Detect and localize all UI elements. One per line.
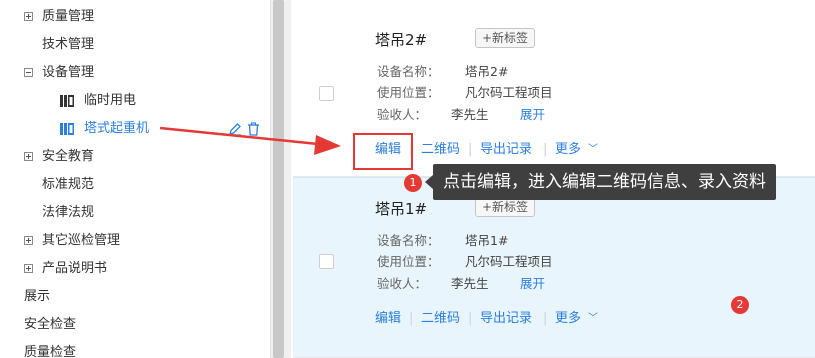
field-label: 设备名称： <box>377 64 440 79</box>
field-inspector: 验收人： 李先生 展开 <box>377 273 545 292</box>
more-link[interactable]: 更多 <box>555 140 581 160</box>
expand-plus-icon[interactable] <box>24 12 33 21</box>
sidebar-item-label: 临时用电 <box>84 93 137 108</box>
separator: | <box>543 311 548 326</box>
device-icon <box>60 123 74 135</box>
separator: | <box>468 311 473 326</box>
sidebar-item-label: 安全检查 <box>24 317 77 332</box>
add-tag-button[interactable]: +新标签 <box>475 197 536 217</box>
expand-link[interactable]: 展开 <box>520 104 545 123</box>
separator: | <box>468 142 473 157</box>
sidebar-item-label: 其它巡检管理 <box>42 233 121 248</box>
sidebar-item-tower-crane[interactable]: 塔式起重机 <box>0 115 270 143</box>
sidebar-item-label: 质量管理 <box>42 9 95 24</box>
expand-plus-icon[interactable] <box>24 264 33 273</box>
chevron-down-icon[interactable]: ﹀ <box>588 309 598 329</box>
field-inspector: 验收人： 李先生 展开 <box>377 104 545 123</box>
sidebar-item-label: 塔式起重机 <box>84 121 150 136</box>
chevron-down-icon[interactable]: ﹀ <box>588 140 598 160</box>
card-title: 塔吊2# <box>375 31 428 49</box>
separator: | <box>409 311 414 326</box>
sidebar-item-label: 法律法规 <box>42 205 95 220</box>
card-title: 塔吊1# <box>375 200 428 218</box>
more-link[interactable]: 更多 <box>555 309 581 329</box>
step-badge-1: 1 <box>404 174 422 192</box>
field-label: 验收人： <box>377 107 428 122</box>
field-location: 使用位置： 凡尔码工程项目 <box>377 251 553 270</box>
expand-link[interactable]: 展开 <box>520 273 545 292</box>
card-checkbox[interactable] <box>319 86 334 101</box>
qrcode-link[interactable]: 二维码 <box>421 309 460 329</box>
expand-plus-icon[interactable] <box>24 152 33 161</box>
add-tag-button[interactable]: +新标签 <box>475 28 536 48</box>
field-value: 李先生 <box>451 107 489 122</box>
sidebar-item-label: 质量检查 <box>24 345 77 358</box>
field-label: 使用位置： <box>377 85 440 100</box>
field-device-name: 设备名称： 塔吊1# <box>377 230 508 249</box>
field-label: 验收人： <box>377 276 428 291</box>
field-location: 使用位置： 凡尔码工程项目 <box>377 82 553 101</box>
export-records-link[interactable]: 导出记录 <box>480 140 532 160</box>
field-value: 李先生 <box>451 276 489 291</box>
sidebar-item-label: 标准规范 <box>42 177 95 192</box>
sidebar-item-label: 产品说明书 <box>42 261 108 276</box>
field-value: 塔吊1# <box>465 233 509 248</box>
collapse-minus-icon[interactable] <box>24 68 33 77</box>
sidebar-item-label: 展示 <box>24 289 51 304</box>
pencil-icon[interactable] <box>228 122 242 136</box>
qrcode-link[interactable]: 二维码 <box>421 140 460 160</box>
sidebar-item-label: 设备管理 <box>42 65 95 80</box>
card-checkbox[interactable] <box>319 254 334 269</box>
expand-plus-icon[interactable] <box>24 236 33 245</box>
field-label: 使用位置： <box>377 254 440 269</box>
equipment-card: 塔吊1# +新标签 设备名称： 塔吊1# 使用位置： 凡尔码工程项目 验收人： … <box>293 177 815 358</box>
sidebar: 质量管理 技术管理 设备管理 临时用电 塔式起重机 安全教育 标准规范 法律法规 <box>0 0 270 358</box>
field-value: 塔吊2# <box>465 64 509 79</box>
sidebar-scrollbar-thumb[interactable] <box>273 0 284 358</box>
device-icon <box>60 95 74 107</box>
separator: | <box>543 142 548 157</box>
field-value: 凡尔码工程项目 <box>465 254 553 269</box>
sidebar-item-label: 技术管理 <box>42 37 95 52</box>
edit-highlight-box <box>353 133 413 170</box>
instruction-tooltip: 点击编辑，进入编辑二维码信息、录入资料 <box>425 164 776 200</box>
edit-link[interactable]: 编辑 <box>375 309 401 329</box>
field-value: 凡尔码工程项目 <box>465 85 553 100</box>
field-device-name: 设备名称： 塔吊2# <box>377 61 508 80</box>
trash-icon[interactable] <box>247 122 260 136</box>
field-label: 设备名称： <box>377 233 440 248</box>
export-records-link[interactable]: 导出记录 <box>480 309 532 329</box>
sidebar-item-label: 安全教育 <box>42 149 95 164</box>
step-badge-2: 2 <box>731 296 749 314</box>
